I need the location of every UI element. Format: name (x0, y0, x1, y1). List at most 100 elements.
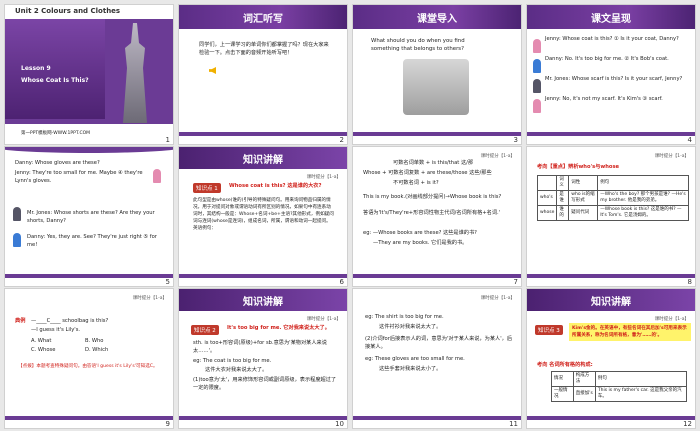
lesson-title: Whose Coat Is This? (21, 77, 89, 84)
slide-number: 2 (339, 136, 344, 144)
dialog-line-1: Jenny: Whose coat is this? ① Is it your … (545, 36, 679, 42)
danny-figure (13, 233, 21, 247)
rule-line-4: (1)too意为'太'，用来修饰形容词或副词原级，表示程度超过了一定的限度。 (193, 377, 337, 391)
rule-line-2: 这件衬衫对我来说太大了。 (379, 324, 442, 330)
slide-thumbnail-12[interactable]: 知识讲解 课时提分【1-a】 知识点 3 Kim's金的。在英语中，有些名词在其… (526, 288, 696, 429)
table-cell: who is的缩写形式 (568, 190, 599, 206)
slide-tag: 课时提分【1-a】 (306, 175, 341, 180)
table-header: 情况 (551, 371, 574, 387)
tip-box: 【点拨】本题考查特殊疑问句。由答语'I guess it's Lily's'可知… (15, 361, 165, 372)
slide-thumbnail-10[interactable]: 知识讲解 课时提分【1-a】 知识点 2 It's too big for me… (178, 288, 348, 429)
knowledge-point-badge: 知识点 3 (535, 325, 563, 335)
slide-number: 3 (513, 136, 518, 144)
speaker-icon[interactable] (209, 67, 216, 74)
table-cell: 一般情况 (551, 386, 574, 402)
rule-line-3: 这件大衣对我来说太大了。 (205, 367, 268, 373)
rule-line-5: 这些手套对我来说太小了。 (379, 366, 442, 372)
dialog-line-4: Danny: Yes, they are. See? They're just … (27, 234, 157, 248)
option-d[interactable]: D. Which (85, 346, 108, 354)
slide-number: 5 (165, 278, 170, 286)
table-row: who's 是谁 who is的缩写形式 —Who's the boy? 那个男… (536, 190, 689, 206)
statue-image (123, 23, 147, 123)
danny-figure (533, 59, 541, 73)
rule-line-5: 答语为'It's/They're+形容词性物主代词/名词所有格+名词.' (363, 210, 501, 216)
slide-tag: 课时提分【1-a】 (306, 317, 341, 322)
slide-tag: 课时提分【1-a】 (132, 296, 167, 301)
table-header (536, 175, 558, 191)
slide-heading: 知识讲解 (243, 155, 283, 166)
slide-number: 6 (339, 278, 344, 286)
table-cell: whose (536, 205, 558, 221)
slide-number: 10 (335, 420, 344, 428)
slide-heading: 课堂导入 (417, 14, 457, 25)
jenny-figure (533, 39, 541, 53)
rule-line-1: sth. is too+形容词(原级)+for sb.意思为'某物对某人来说太…… (193, 340, 327, 354)
knowledge-point-badge: 知识点 2 (191, 325, 219, 335)
dialog-line-2: Jenny: They're too small for me. Maybe ④… (15, 170, 143, 184)
who-whose-table: 词义 词性 例句 who's 是谁 who is的缩写形式 —Who's the… (536, 175, 689, 221)
rule-line-2: eg: The coat is too big for me. (193, 358, 272, 364)
slide-thumbnail-11[interactable]: 课时提分【1-a】 eg: The shirt is too big for m… (352, 288, 522, 429)
slide-body: 此句型是由whose(谁的)引导的特殊疑问句。用来询问物品归属的情况，用于对提问… (193, 198, 334, 231)
table-header: 例句 (597, 175, 689, 191)
slide-number: 1 (165, 136, 170, 144)
slide-heading: 知识讲解 (591, 297, 631, 308)
dialog-line-3: Mr. Jones: Whose shorts are these? Are t… (27, 210, 155, 224)
table-cell: 谁的 (556, 205, 570, 221)
dialog-line-3: Mr. Jones: Whose scarf is this? Is it yo… (545, 76, 683, 82)
slide-subhead: 考向【重点】辨析who's与whose (537, 164, 620, 170)
example-label: 典例 (15, 318, 26, 324)
slide-thumbnail-4[interactable]: 课文呈现 Jenny: Whose coat is this? ① Is it … (526, 4, 696, 145)
slide-thumbnail-7[interactable]: 课时提分【1-a】 可数名词单数 + is this/that 这/那 Whos… (352, 146, 522, 287)
table-row: 一般情况 直接加's This is my father's car. 这是我父… (551, 386, 688, 402)
knowledge-point-badge: 知识点 1 (193, 183, 221, 193)
knowledge-point-title: Kim's金的。在英语中，有些名词在其后加's可用来表示所属关系，称为名词所有格… (569, 323, 691, 341)
rule-line-4: eg: These gloves are too small for me. (365, 356, 465, 362)
knowledge-point-title: Whose coat is this? 这是谁的大衣? (229, 183, 322, 189)
slide-thumbnail-2[interactable]: 词汇听写 同学们，上一课学习的单词你们都掌握了吗？现在大家来检验一下。点击下面的… (178, 4, 348, 145)
table-cell: 疑问代词 (568, 205, 599, 221)
slide-thumbnail-6[interactable]: 知识讲解 课时提分【1-a】 知识点 1 Whose coat is this?… (178, 146, 348, 287)
table-cell: 是谁 (556, 190, 570, 206)
slide-thumbnail-9[interactable]: 课时提分【1-a】 典例 —____C____ schoolbag is thi… (4, 288, 174, 429)
option-b[interactable]: B. Who (85, 337, 103, 345)
dialog-line-2: Danny: No. It's too big for me. ② It's B… (545, 56, 669, 62)
slide-heading: 知识讲解 (243, 297, 283, 308)
slide-tag: 课时提分【1-a】 (654, 154, 689, 159)
knowledge-point-title: It's too big for me. 它对我来说太大了。 (227, 325, 330, 331)
unit-title: Unit 2 Colours and Clothes (15, 7, 121, 15)
table-cell: who's (536, 190, 558, 206)
slide-number: 7 (513, 278, 518, 286)
rule-line-2: Whose + 可数名词复数 + are these/those 这些/那些 (363, 170, 492, 176)
rule-line-1: 可数名词单数 + is this/that 这/那 (393, 160, 474, 166)
table-cell: —Who's the boy? 那个男孩是谁? —He's my brother… (597, 190, 689, 206)
rule-line-1: eg: The shirt is too big for me. (365, 314, 444, 320)
dialog-line-1: Danny: Whose gloves are these? (15, 160, 100, 166)
slide-heading: 词汇听写 (243, 14, 283, 25)
table-header: 词义 (556, 175, 570, 191)
slide-body: What should you do when you find somethi… (371, 38, 465, 52)
jenny-figure-2 (533, 99, 541, 113)
slide-heading: 课文呈现 (591, 14, 631, 25)
answer-text: —I guess it's Lily's. (31, 327, 81, 333)
option-c[interactable]: C. Whose (31, 346, 55, 354)
dialog-line-4: Jenny: No, it's not my scarf. It's Kim's… (545, 96, 663, 102)
mr-jones-figure (13, 207, 21, 221)
slide-subhead: 考向 名词所有格的构成: (537, 362, 593, 368)
slide-sorter-grid: Unit 2 Colours and Clothes Lesson 9 Whos… (0, 0, 700, 431)
rule-line-3: (2)介词for后接表示人的词，意思为'对于某人来说，为某人'，后接某人。 (365, 336, 513, 350)
bag-image (403, 59, 469, 115)
table-header: 词性 (568, 175, 599, 191)
table-cell: This is my father's car. 这是我父亲的汽车。 (594, 386, 688, 402)
option-a[interactable]: A. What (31, 337, 51, 345)
slide-number: 12 (683, 420, 692, 428)
jenny-figure (153, 169, 161, 183)
mr-jones-figure (533, 79, 541, 93)
slide-thumbnail-8[interactable]: 课时提分【1-a】 考向【重点】辨析who's与whose 词义 词性 例句 w… (526, 146, 696, 287)
slide-thumbnail-1[interactable]: Unit 2 Colours and Clothes Lesson 9 Whos… (4, 4, 174, 145)
slide-number: 11 (509, 420, 518, 428)
slide-thumbnail-3[interactable]: 课堂导入 What should you do when you find so… (352, 4, 522, 145)
slide-number: 9 (165, 420, 170, 428)
slide-thumbnail-5[interactable]: Danny: Whose gloves are these? Jenny: Th… (4, 146, 174, 287)
table-cell: 直接加's (572, 386, 596, 402)
